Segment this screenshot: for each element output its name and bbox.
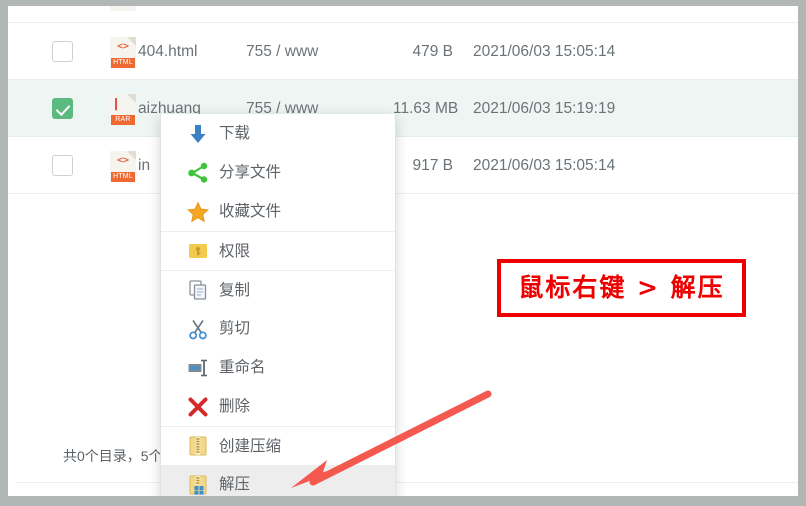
menu-item-label: 分享文件 <box>219 164 282 181</box>
menu-item-label: 复制 <box>219 282 251 299</box>
copy-icon <box>187 279 209 301</box>
file-type-icon <box>110 6 136 11</box>
menu-item-label: 权限 <box>219 243 251 260</box>
archive-icon <box>187 435 209 457</box>
menu-item-permission[interactable]: 权限 <box>161 231 395 270</box>
menu-item-label: 剪切 <box>219 320 251 337</box>
html-file-icon-glyph: <> <box>116 155 130 166</box>
file-modified: 2021/06/03 15:19:19 <box>473 100 616 117</box>
footer-divider <box>16 482 798 483</box>
delete-icon <box>187 396 209 418</box>
row-checkbox[interactable] <box>52 41 73 62</box>
menu-item-extract[interactable]: 解压 <box>161 465 395 496</box>
extract-icon <box>187 474 209 496</box>
html-file-icon-tag: HTML <box>111 172 135 182</box>
file-owner: 755 / www <box>246 43 319 60</box>
screenshot-root: <> HTML 404.html 755 / www 479 B 2021/06… <box>0 0 806 506</box>
file-size: 917 B <box>412 157 453 174</box>
row-checkbox-checked[interactable] <box>52 98 73 119</box>
cut-icon <box>187 318 209 340</box>
menu-item-cut[interactable]: 剪切 <box>161 309 395 348</box>
menu-item-download[interactable]: 下载 <box>161 114 395 153</box>
table-row[interactable]: <> HTML 404.html 755 / www 479 B 2021/06… <box>8 23 798 80</box>
file-size: 479 B <box>412 43 453 60</box>
row-checkbox[interactable] <box>52 155 73 176</box>
share-icon <box>187 162 209 184</box>
html-file-icon-glyph: <> <box>116 41 130 52</box>
table-row-partial <box>8 6 798 23</box>
file-modified: 2021/06/03 15:05:14 <box>473 43 616 60</box>
menu-item-label: 创建压缩 <box>219 438 282 455</box>
html-file-icon-tag: HTML <box>111 58 135 68</box>
annotation-text: 鼠标右键 > 解压 <box>518 273 725 302</box>
html-file-icon: <> HTML <box>110 151 136 182</box>
file-manager-panel: <> HTML 404.html 755 / www 479 B 2021/06… <box>8 6 798 496</box>
permission-icon <box>187 240 209 262</box>
file-name[interactable]: 404.html <box>138 23 197 80</box>
rar-file-icon: ▮ ▮ ▮ RAR <box>110 94 136 125</box>
rar-file-icon-glyph: ▮ ▮ ▮ <box>114 96 119 112</box>
context-menu[interactable]: 下载 分享文件 收藏文件 权限 复制 剪切 重命名 删除 创建压缩 解压 <box>160 114 396 496</box>
download-icon <box>187 123 209 145</box>
annotation-box: 鼠标右键 > 解压 <box>497 259 746 317</box>
table-row[interactable]: <> HTML in 917 B 2021/06/03 15:05:14 <box>8 137 798 194</box>
menu-item-label: 下载 <box>219 125 251 142</box>
menu-item-label: 删除 <box>219 398 251 415</box>
menu-item-create-archive[interactable]: 创建压缩 <box>161 426 395 465</box>
menu-item-favorite[interactable]: 收藏文件 <box>161 192 395 231</box>
menu-item-label: 解压 <box>219 476 251 493</box>
file-name[interactable]: in <box>138 137 150 194</box>
menu-item-share[interactable]: 分享文件 <box>161 153 395 192</box>
menu-item-rename[interactable]: 重命名 <box>161 348 395 387</box>
file-size: 11.63 MB <box>393 100 459 117</box>
rar-file-icon-tag: RAR <box>111 115 135 125</box>
menu-item-label: 收藏文件 <box>219 203 282 220</box>
menu-item-copy[interactable]: 复制 <box>161 270 395 309</box>
rename-icon <box>187 357 209 379</box>
html-file-icon: <> HTML <box>110 37 136 68</box>
table-row-selected[interactable]: ▮ ▮ ▮ RAR aizhuang 755 / www 11.63 MB 2021… <box>8 80 798 137</box>
menu-item-delete[interactable]: 删除 <box>161 387 395 426</box>
star-icon <box>187 201 209 223</box>
file-modified: 2021/06/03 15:05:14 <box>473 157 616 174</box>
menu-item-label: 重命名 <box>219 359 266 376</box>
